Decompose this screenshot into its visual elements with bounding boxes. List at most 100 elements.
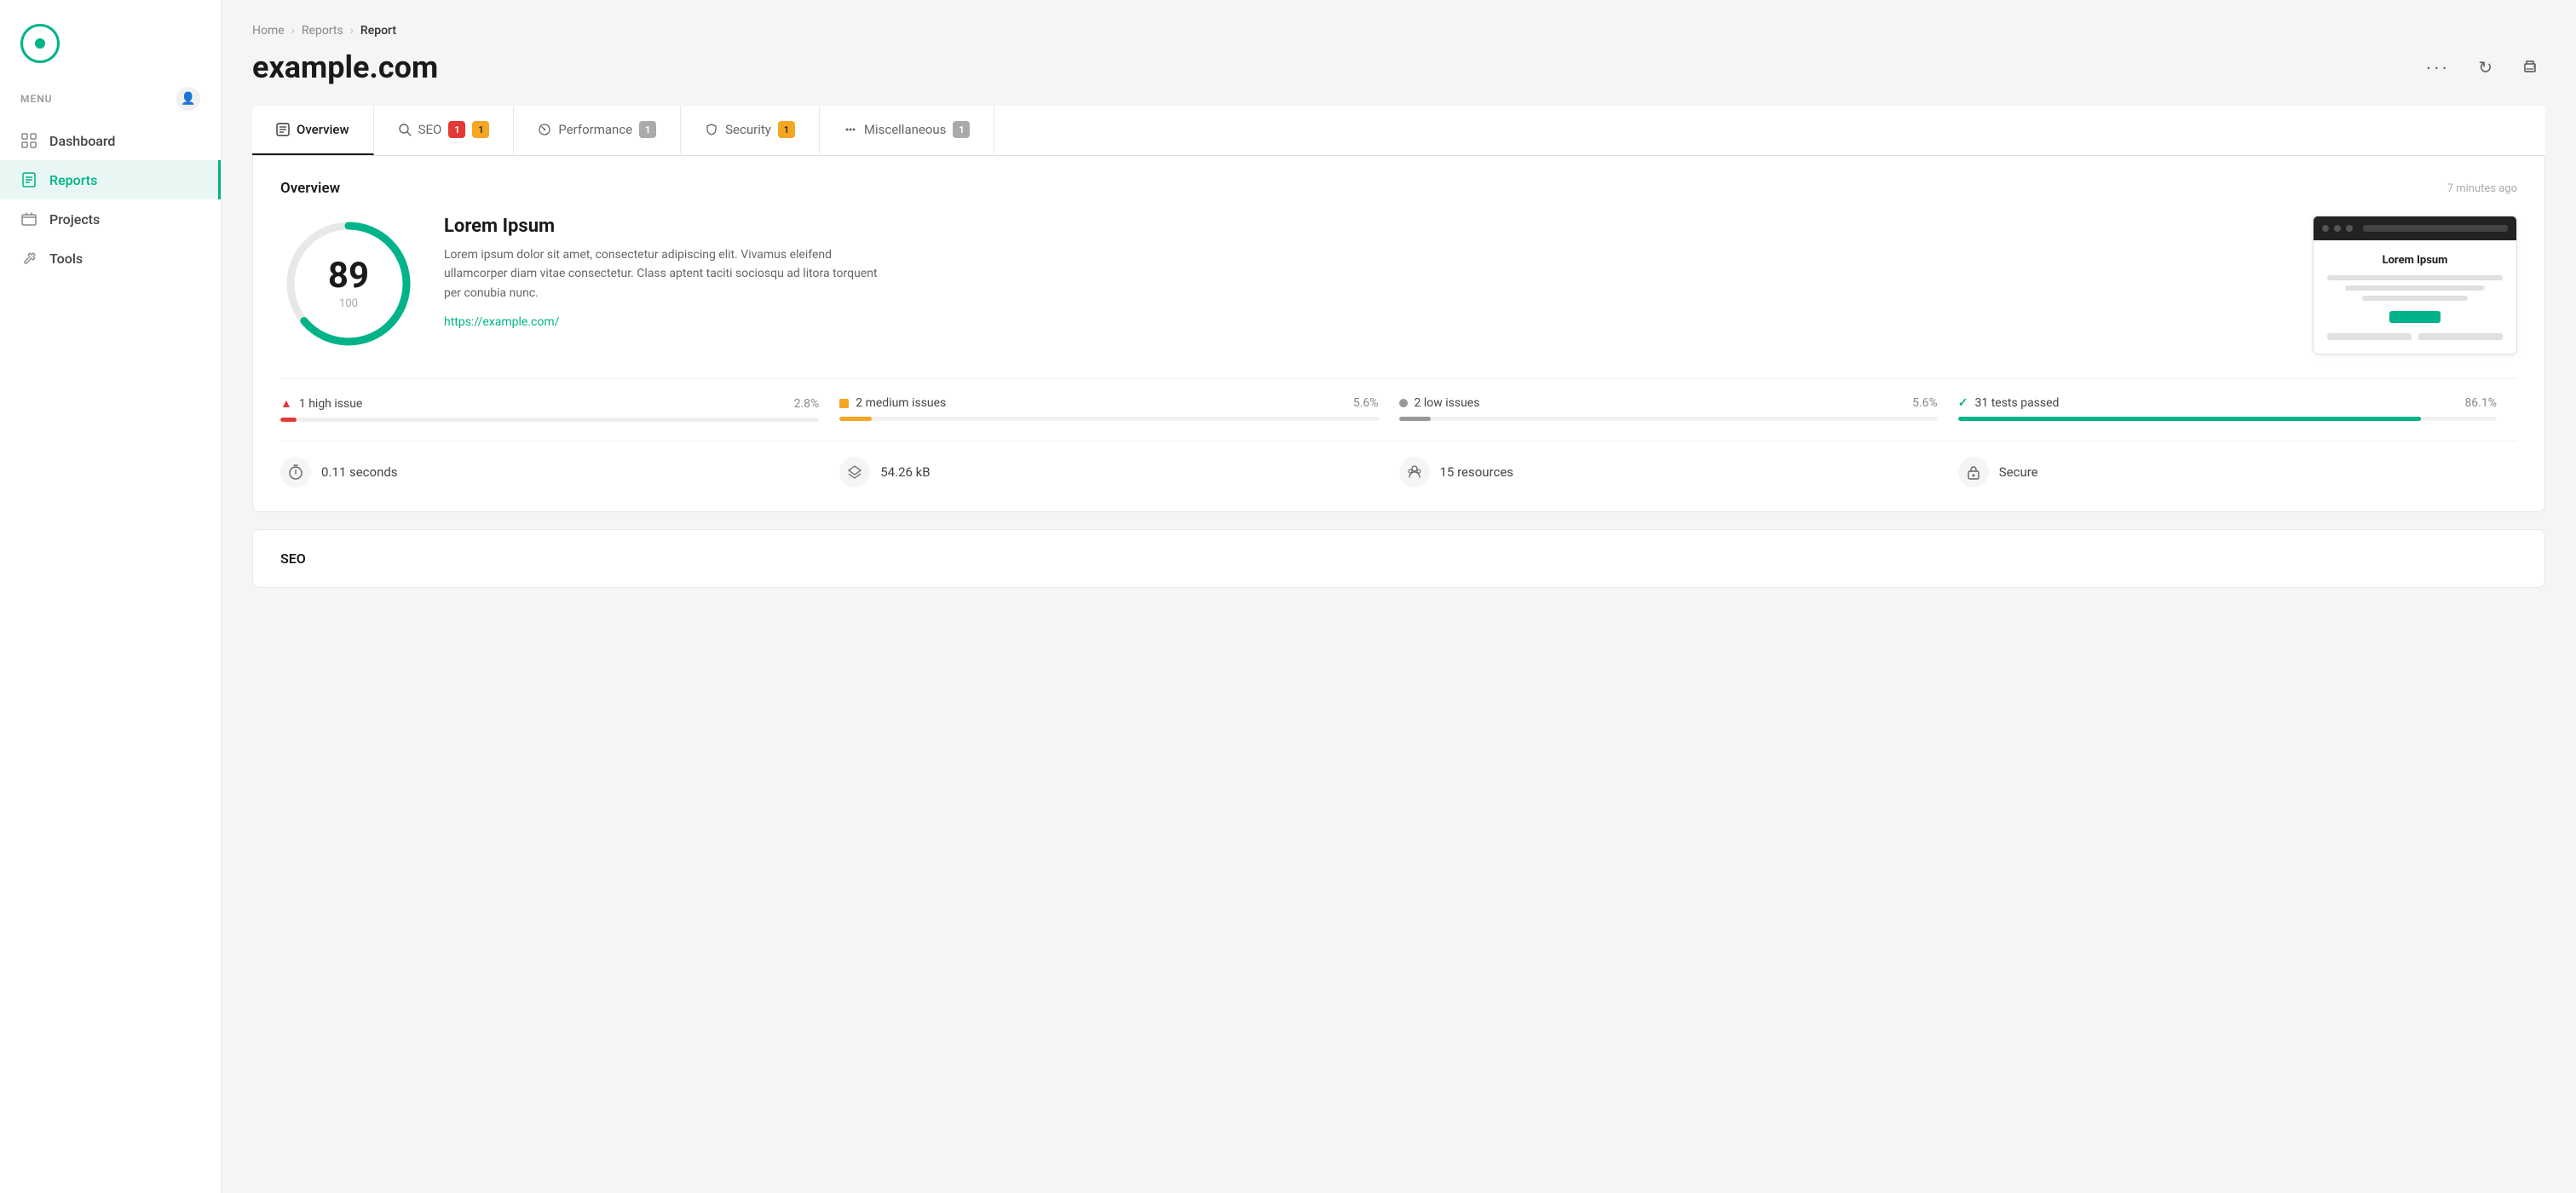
preview-line-3: [2362, 296, 2468, 301]
issue-medium: 2 medium issues 5.6%: [839, 396, 1398, 422]
preview-url-bar: [2363, 225, 2508, 232]
tab-overview[interactable]: Overview: [252, 106, 374, 155]
sidebar-item-dashboard[interactable]: Dashboard: [0, 121, 221, 160]
overview-info-title: Lorem Ipsum: [444, 216, 2285, 237]
dashboard-icon: [20, 132, 37, 149]
page-title: example.com: [252, 49, 438, 85]
card-title: Overview: [280, 180, 340, 197]
main-content: Home › Reports › Report example.com ··· …: [222, 0, 2576, 1193]
stats-row: 0.11 seconds 54.26 kB: [280, 441, 2517, 487]
miscellaneous-badge: 1: [953, 121, 970, 138]
sidebar-item-dashboard-label: Dashboard: [49, 133, 115, 149]
sidebar-item-tools-label: Tools: [49, 251, 83, 267]
preview-line-2: [2345, 285, 2486, 291]
issue-medium-fill: [839, 417, 872, 421]
user-avatar-icon[interactable]: 👤: [176, 87, 200, 111]
issue-passed: ✓ 31 tests passed 86.1%: [1958, 396, 2517, 422]
check-icon: ✓: [1958, 396, 1968, 410]
sidebar-nav: Dashboard Reports Project: [0, 121, 221, 278]
overview-tab-icon: [276, 123, 290, 136]
sidebar: MENU 👤 Dashboard: [0, 0, 222, 1193]
tab-overview-label: Overview: [297, 122, 349, 137]
breadcrumb-home[interactable]: Home: [252, 24, 285, 37]
tab-seo-label: SEO: [418, 122, 442, 137]
miscellaneous-tab-icon: [844, 123, 857, 136]
overview-body: 89 100 Lorem Ipsum Lorem ipsum dolor sit…: [280, 216, 2517, 354]
breadcrumb-reports[interactable]: Reports: [302, 24, 343, 37]
tab-miscellaneous[interactable]: Miscellaneous 1: [820, 106, 995, 155]
preview-dot-2: [2334, 225, 2341, 232]
score-text: 89 100: [328, 258, 369, 310]
size-icon: [839, 457, 870, 487]
preview-footer-1: [2327, 333, 2412, 340]
sidebar-item-projects-label: Projects: [49, 211, 100, 228]
issue-high-label: ▲ 1 high issue: [280, 396, 362, 411]
preview-footer-2: [2418, 333, 2503, 340]
issue-passed-label: ✓ 31 tests passed: [1958, 396, 2060, 410]
logo-icon: [20, 24, 60, 63]
issue-high-fill: [280, 418, 297, 422]
preview-content: Lorem Ipsum: [2314, 240, 2516, 354]
stat-resources: 15 resources: [1399, 457, 1958, 487]
breadcrumb: Home › Reports › Report: [252, 24, 2545, 37]
refresh-button[interactable]: ↻: [2471, 54, 2499, 82]
triangle-icon: ▲: [280, 396, 292, 411]
reports-icon: [20, 171, 37, 188]
issue-medium-pct: 5.6%: [1353, 396, 1379, 410]
issue-passed-bar: [1958, 417, 2497, 421]
breadcrumb-sep-2: ›: [350, 24, 354, 37]
more-options-button[interactable]: ···: [2418, 53, 2456, 82]
stat-size-label: 54.26 kB: [880, 464, 930, 480]
score-container: 89 100: [280, 216, 417, 352]
issue-low-header: 2 low issues 5.6%: [1399, 396, 1938, 410]
issue-passed-header: ✓ 31 tests passed 86.1%: [1958, 396, 2497, 410]
breadcrumb-current: Report: [360, 24, 396, 37]
overview-info-desc: Lorem ipsum dolor sit amet, consectetur …: [444, 245, 887, 303]
sidebar-item-reports[interactable]: Reports: [0, 160, 221, 199]
timer-icon: [280, 457, 311, 487]
page-actions: ··· ↻: [2418, 53, 2545, 82]
issue-high-bar: [280, 418, 819, 422]
score-total: 100: [328, 297, 369, 310]
seo-tab-icon: [398, 123, 412, 136]
tab-performance[interactable]: Performance 1: [514, 106, 681, 155]
stat-time: 0.11 seconds: [280, 457, 839, 487]
issue-high-header: ▲ 1 high issue 2.8%: [280, 396, 819, 411]
issue-low-fill: [1399, 417, 1432, 421]
preview-line-1: [2327, 275, 2503, 280]
sidebar-item-tools[interactable]: Tools: [0, 239, 221, 278]
square-icon: [839, 399, 849, 408]
preview-browser-bar: [2314, 216, 2516, 240]
issue-high: ▲ 1 high issue 2.8%: [280, 396, 839, 422]
performance-tab-icon: [538, 123, 551, 136]
issue-passed-pct: 86.1%: [2464, 396, 2497, 410]
tab-miscellaneous-label: Miscellaneous: [864, 122, 947, 137]
seo-badge-red: 1: [448, 121, 465, 138]
performance-badge: 1: [639, 121, 656, 138]
tab-security[interactable]: Security 1: [681, 106, 820, 155]
sidebar-item-projects[interactable]: Projects: [0, 199, 221, 239]
logo: [0, 0, 221, 80]
stat-size: 54.26 kB: [839, 457, 1398, 487]
preview-cta: [2389, 311, 2441, 323]
tab-seo[interactable]: SEO 1 1: [374, 106, 515, 155]
tab-bar: Overview SEO 1 1 Performance 1 Securit: [252, 106, 2545, 156]
seo-badge-yellow: 1: [472, 121, 489, 138]
issue-medium-header: 2 medium issues 5.6%: [839, 396, 1378, 410]
issue-medium-label: 2 medium issues: [839, 396, 946, 410]
tab-performance-label: Performance: [558, 122, 632, 137]
page-header: example.com ··· ↻: [252, 49, 2545, 85]
security-tab-icon: [705, 123, 718, 136]
issue-low-label: 2 low issues: [1399, 396, 1480, 410]
print-button[interactable]: [2515, 55, 2545, 79]
issue-medium-bar: [839, 417, 1378, 421]
seo-section: SEO: [252, 529, 2545, 588]
stat-security: Secure: [1958, 457, 2517, 487]
stat-time-label: 0.11 seconds: [321, 464, 398, 480]
issues-row: ▲ 1 high issue 2.8% 2 medium issues 5.6%: [280, 378, 2517, 422]
overview-info-url[interactable]: https://example.com/: [444, 315, 559, 329]
tools-icon: [20, 250, 37, 267]
tab-security-label: Security: [725, 122, 771, 137]
preview-footer: [2327, 333, 2503, 340]
overview-info: Lorem Ipsum Lorem ipsum dolor sit amet, …: [444, 216, 2285, 329]
